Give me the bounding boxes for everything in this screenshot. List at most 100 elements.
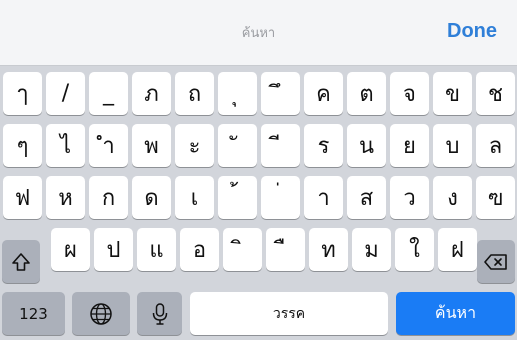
key-r4-c2[interactable]: ป — [94, 228, 133, 271]
key-r3-c3[interactable]: ก — [89, 176, 128, 219]
key-label: ค — [316, 82, 331, 107]
delete-key[interactable] — [477, 240, 515, 283]
key-label: ด — [144, 186, 159, 211]
key-label: ป — [106, 238, 121, 263]
shift-icon — [11, 252, 31, 272]
key-label: ช — [488, 82, 503, 107]
key-label: ผ — [64, 238, 77, 263]
key-label: อ — [192, 238, 207, 263]
key-r4-c1[interactable]: ผ — [51, 228, 90, 271]
key-r1-c3[interactable]: _ — [89, 72, 128, 115]
key-label: า — [317, 186, 330, 211]
key-r3-c4[interactable]: ด — [132, 176, 171, 219]
key-label: ว — [403, 186, 416, 211]
key-label: ฃ — [487, 186, 504, 211]
key-r1-c11[interactable]: ข — [433, 72, 472, 115]
key-r2-c1[interactable]: ๆ — [3, 124, 42, 167]
key-r2-c12[interactable]: ล — [476, 124, 515, 167]
key-r3-c10[interactable]: ว — [390, 176, 429, 219]
key-r1-c10[interactable]: จ — [390, 72, 429, 115]
key-r2-c5[interactable]: ะ — [175, 124, 214, 167]
key-label: ฝ — [451, 238, 464, 263]
key-label: ๆ — [16, 134, 29, 159]
key-r4-c10[interactable]: ฝ — [438, 228, 477, 271]
key-label: ถ — [187, 82, 202, 107]
key-label: น — [358, 134, 375, 159]
key-label: ร — [317, 134, 330, 159]
key-label: พ — [144, 134, 159, 159]
key-label: ห — [58, 186, 73, 211]
key-label: ใ — [409, 238, 420, 263]
key-label: ฟ — [14, 186, 31, 211]
shift-key[interactable] — [2, 240, 40, 283]
numbers-key-label: 123 — [19, 304, 48, 323]
key-r3-c7[interactable]: ่ — [261, 176, 300, 219]
microphone-icon — [151, 302, 169, 326]
key-label: ท — [321, 238, 336, 263]
key-label: ย — [403, 134, 416, 159]
key-r1-c9[interactable]: ต — [347, 72, 386, 115]
key-r2-c4[interactable]: พ — [132, 124, 171, 167]
key-r1-c4[interactable]: ภ — [132, 72, 171, 115]
key-label: ภ — [144, 82, 159, 107]
key-label: จ — [403, 82, 416, 107]
key-label: แ — [149, 238, 164, 263]
key-r3-c5[interactable]: เ — [175, 176, 214, 219]
key-label: / — [61, 81, 70, 106]
search-field-label: ค้นหา — [241, 26, 276, 41]
key-r2-c10[interactable]: ย — [390, 124, 429, 167]
key-r1-c7[interactable]: ึ — [261, 72, 300, 115]
key-label: ๅ — [17, 82, 28, 107]
key-r3-c11[interactable]: ง — [433, 176, 472, 219]
key-r2-c2[interactable]: ไ — [46, 124, 85, 167]
key-label: ไ — [59, 134, 72, 159]
key-r4-c5[interactable]: ิ — [223, 228, 262, 271]
key-r1-c2[interactable]: / — [46, 72, 85, 115]
delete-icon — [484, 253, 508, 271]
key-r2-c8[interactable]: ร — [304, 124, 343, 167]
globe-icon — [89, 302, 113, 326]
key-r2-c9[interactable]: น — [347, 124, 386, 167]
key-r1-c8[interactable]: ค — [304, 72, 343, 115]
key-r4-c8[interactable]: ม — [352, 228, 391, 271]
key-r1-c6[interactable]: ุ — [218, 72, 257, 115]
key-label: _ — [103, 81, 114, 106]
key-r1-c1[interactable]: ๅ — [3, 72, 42, 115]
key-r3-c12[interactable]: ฃ — [476, 176, 515, 219]
key-label: ข — [444, 82, 461, 107]
key-label: ม — [364, 238, 379, 263]
keyboard-toolbar: ค้นหา Done — [0, 0, 517, 66]
globe-key[interactable] — [72, 292, 130, 335]
done-button[interactable]: Done — [447, 20, 497, 43]
key-r3-c1[interactable]: ฟ — [3, 176, 42, 219]
key-r4-c6[interactable]: ื — [266, 228, 305, 271]
key-r2-c7[interactable]: ี — [261, 124, 300, 167]
key-r4-c3[interactable]: แ — [137, 228, 176, 271]
key-r1-c12[interactable]: ช — [476, 72, 515, 115]
key-r3-c8[interactable]: า — [304, 176, 343, 219]
key-r4-c4[interactable]: อ — [180, 228, 219, 271]
key-label: ำ — [102, 134, 115, 159]
key-r4-c7[interactable]: ท — [309, 228, 348, 271]
search-key[interactable]: ค้นหา — [396, 292, 515, 335]
key-r3-c2[interactable]: ห — [46, 176, 85, 219]
key-r2-c6[interactable]: ั — [218, 124, 257, 167]
space-key-label: วรรค — [272, 305, 306, 322]
key-label: ต — [359, 82, 374, 107]
key-r3-c9[interactable]: ส — [347, 176, 386, 219]
key-r1-c5[interactable]: ถ — [175, 72, 214, 115]
key-label: ล — [488, 134, 503, 159]
key-r2-c3[interactable]: ำ — [89, 124, 128, 167]
numbers-key[interactable]: 123 — [2, 292, 65, 335]
search-key-label: ค้นหา — [434, 303, 477, 322]
key-r2-c11[interactable]: บ — [433, 124, 472, 167]
key-r4-c9[interactable]: ใ — [395, 228, 434, 271]
thai-keyboard: ๅ / _ ภ ถุึ ค ต จ ข ชๆ ไ ำ พ ะัี ร น ย บ ลฟ ห ก ด เ้่ า ส ว ง ฃผ ป แ อ… — [0, 66, 517, 340]
key-label: ก — [101, 186, 116, 211]
key-label: ง — [447, 186, 458, 211]
key-label: ส — [359, 186, 374, 211]
key-label: เ — [190, 186, 199, 211]
space-key[interactable]: วรรค — [190, 292, 388, 335]
microphone-key[interactable] — [137, 292, 182, 335]
key-r3-c6[interactable]: ้ — [218, 176, 257, 219]
